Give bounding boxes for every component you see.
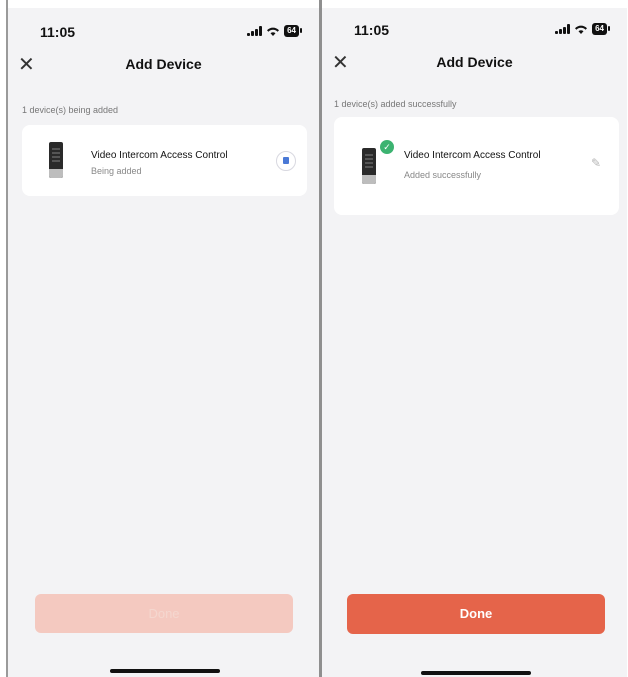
screen-added: 11:05 64 ✕ Add Device 1 device(s) added … — [322, 8, 627, 677]
home-indicator — [110, 669, 220, 673]
adding-summary: 1 device(s) being added — [22, 105, 119, 115]
home-indicator — [421, 671, 531, 675]
screen-adding: 11:05 64 ✕ Add Device 1 device(s) being … — [8, 8, 319, 677]
device-card[interactable]: Video Intercom Access Control Being adde… — [22, 125, 307, 196]
device-thumbnail — [49, 142, 63, 178]
status-time: 11:05 — [40, 24, 76, 40]
device-card[interactable]: ✓ Video Intercom Access Control Added su… — [334, 117, 619, 215]
device-name: Video Intercom Access Control — [91, 150, 228, 161]
added-summary: 1 device(s) added successfully — [334, 99, 457, 109]
status-bar: 11:05 64 — [322, 20, 627, 40]
battery-icon: 64 — [592, 23, 610, 35]
wifi-icon — [267, 27, 280, 36]
done-button[interactable]: Done — [347, 594, 605, 634]
signal-icon — [247, 26, 263, 36]
loading-spinner-icon — [276, 151, 296, 171]
status-time: 11:05 — [354, 22, 390, 38]
battery-icon: 64 — [284, 25, 302, 37]
check-badge-icon: ✓ — [379, 139, 395, 155]
edit-pencil-icon[interactable]: ✎ — [591, 156, 601, 170]
system-icons: 64 — [555, 23, 610, 35]
nav-bar: ✕ Add Device — [322, 51, 627, 75]
device-name: Video Intercom Access Control — [404, 150, 541, 161]
signal-icon — [555, 24, 571, 34]
device-status: Being added — [91, 166, 142, 176]
nav-bar: ✕ Add Device — [8, 53, 319, 77]
device-status: Added successfully — [404, 170, 482, 180]
system-icons: 64 — [247, 25, 302, 37]
done-button-disabled: Done — [35, 594, 293, 633]
page-title: Add Device — [436, 54, 513, 70]
page-title: Add Device — [125, 56, 202, 72]
status-bar: 11:05 64 — [8, 22, 319, 42]
device-thumbnail — [362, 148, 376, 184]
wifi-icon — [575, 25, 588, 34]
